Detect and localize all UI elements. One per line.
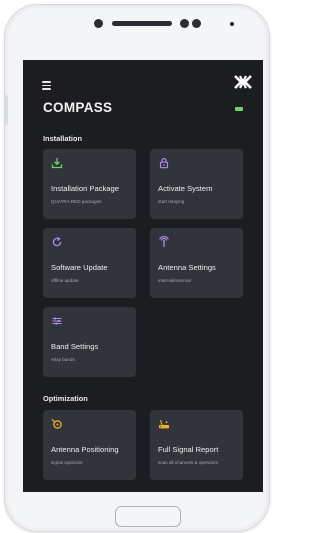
router-icon	[159, 419, 169, 429]
home-button[interactable]	[115, 506, 181, 527]
tile-subtitle: QUATRA RED packages	[51, 199, 102, 204]
tile-title: Full Signal Report	[158, 445, 219, 454]
sliders-icon	[52, 317, 62, 325]
top-bar: COMPASS	[23, 60, 263, 120]
tile-band-settings[interactable]: Band Settings relay bands	[43, 307, 136, 377]
download-icon	[51, 158, 63, 169]
tile-subtitle: signal optimizer	[51, 460, 83, 465]
tile-software-update[interactable]: Software Update offline update	[43, 228, 136, 298]
tile-title: Software Update	[51, 263, 108, 272]
tile-subtitle: start relaying	[158, 199, 185, 204]
tile-full-signal-report[interactable]: Full Signal Report scan all channels & o…	[150, 410, 243, 480]
app-title: COMPASS	[43, 100, 113, 115]
section-title-optimization: Optimization	[43, 394, 88, 403]
tile-subtitle: relay bands	[51, 357, 75, 362]
sensor-icon	[192, 19, 201, 28]
tile-subtitle: internal/external	[158, 278, 191, 283]
tile-installation-package[interactable]: Installation Package QUATRA RED packages	[43, 149, 136, 219]
tile-title: Activate System	[158, 184, 213, 193]
lock-icon	[159, 158, 169, 169]
tile-title: Installation Package	[51, 184, 119, 193]
sensor-icon	[180, 19, 189, 28]
battery-icon	[235, 107, 243, 111]
tile-antenna-settings[interactable]: Antenna Settings internal/external	[150, 228, 243, 298]
antenna-icon	[159, 236, 169, 247]
section-title-installation: Installation	[43, 134, 83, 143]
proximity-sensor-icon	[230, 22, 234, 26]
compass-icon	[51, 419, 62, 429]
side-button	[5, 95, 8, 125]
tile-antenna-positioning[interactable]: Antenna Positioning signal optimizer	[43, 410, 136, 480]
tile-activate-system[interactable]: Activate System start relaying	[150, 149, 243, 219]
speaker-grille	[112, 21, 172, 26]
tile-title: Antenna Positioning	[51, 445, 119, 454]
front-camera-icon	[94, 19, 103, 28]
app-screen: COMPASS Installation Installation Packag…	[23, 60, 263, 492]
phone-frame: COMPASS Installation Installation Packag…	[4, 4, 270, 532]
brand-logo-icon	[234, 75, 252, 89]
hamburger-menu-icon[interactable]	[42, 81, 51, 90]
tile-title: Band Settings	[51, 342, 99, 351]
tile-subtitle: offline update	[51, 278, 79, 283]
refresh-icon	[52, 236, 62, 247]
tile-subtitle: scan all channels & operators	[158, 460, 219, 465]
tile-title: Antenna Settings	[158, 263, 216, 272]
